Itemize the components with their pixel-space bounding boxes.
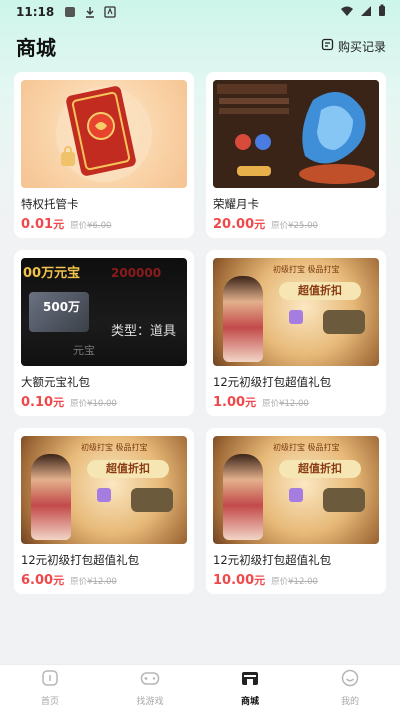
bottom-tab-bar: 首页 找游戏 商城 我的 — [0, 664, 400, 711]
tab-label: 找游戏 — [136, 697, 164, 707]
home-icon — [41, 669, 59, 691]
original-price: 原价¥12.00 — [70, 577, 117, 587]
product-card[interactable]: 荣耀月卡 20.00元 原价¥25.00 — [206, 72, 386, 238]
purchase-history-button[interactable]: 购买记录 — [321, 38, 386, 55]
status-time: 11:18 — [16, 5, 55, 19]
product-card[interactable]: 初级打宝 极品打宝 超值折扣 12元初级打包超值礼包 10.00元 原价¥12.… — [206, 428, 386, 594]
original-price: 原价¥12.00 — [271, 577, 318, 587]
product-name: 荣耀月卡 — [213, 197, 259, 211]
product-name: 12元初级打包超值礼包 — [21, 553, 140, 567]
product-price: 0.10元 — [21, 395, 65, 410]
signal-icon — [360, 5, 372, 20]
tab-shop[interactable]: 商城 — [200, 665, 300, 711]
wifi-icon — [340, 5, 354, 20]
original-price: 原价¥6.00 — [70, 221, 112, 231]
product-image: 00万元宝 200000 500万 类型：道具 元宝 — [21, 258, 187, 366]
status-bar: 11:18 — [0, 0, 400, 24]
smile-icon — [341, 669, 359, 691]
product-price: 0.01元 — [21, 217, 65, 232]
product-price: 1.00元 — [213, 395, 257, 410]
product-price: 20.00元 — [213, 217, 266, 232]
product-name: 12元初级打包超值礼包 — [213, 553, 332, 567]
app-notification-icon — [64, 6, 76, 18]
product-name: 特权托管卡 — [21, 197, 79, 211]
product-name: 大额元宝礼包 — [21, 375, 90, 389]
product-card[interactable]: 00万元宝 200000 500万 类型：道具 元宝 大额元宝礼包 0.10元 … — [14, 250, 194, 416]
product-image — [21, 80, 187, 188]
product-image: 初级打宝 极品打宝 超值折扣 — [213, 258, 379, 366]
original-price: 原价¥10.00 — [70, 399, 117, 409]
receipt-icon — [321, 38, 334, 54]
tab-home[interactable]: 首页 — [0, 665, 100, 711]
product-image: 初级打宝 极品打宝 超值折扣 — [213, 436, 379, 544]
product-card[interactable]: 初级打宝 极品打宝 超值折扣 12元初级打包超值礼包 1.00元 原价¥12.0… — [206, 250, 386, 416]
tab-find-games[interactable]: 找游戏 — [100, 665, 200, 711]
product-name: 12元初级打包超值礼包 — [213, 375, 332, 389]
product-card[interactable]: 特权托管卡 0.01元 原价¥6.00 — [14, 72, 194, 238]
header: 商城 购买记录 — [0, 28, 400, 64]
store-notification-icon — [104, 6, 116, 18]
original-price: 原价¥12.00 — [262, 399, 309, 409]
product-card[interactable]: 初级打宝 极品打宝 超值折扣 12元初级打包超值礼包 6.00元 原价¥12.0… — [14, 428, 194, 594]
gamepad-icon — [140, 669, 160, 691]
product-image: 初级打宝 极品打宝 超值折扣 — [21, 436, 187, 544]
product-grid: 特权托管卡 0.01元 原价¥6.00 荣耀月卡 20.00元 原价¥25.00… — [14, 72, 386, 594]
tab-label: 商城 — [240, 697, 259, 707]
battery-icon — [378, 4, 386, 20]
product-price: 10.00元 — [213, 573, 266, 588]
download-icon — [84, 6, 96, 18]
shop-icon — [240, 669, 260, 691]
product-image — [213, 80, 379, 188]
tab-mine[interactable]: 我的 — [300, 665, 400, 711]
tab-label: 我的 — [340, 697, 359, 707]
purchase-history-label: 购买记录 — [337, 39, 386, 54]
page-title: 商城 — [16, 35, 56, 60]
original-price: 原价¥25.00 — [271, 221, 318, 231]
product-price: 6.00元 — [21, 573, 65, 588]
tab-label: 首页 — [40, 697, 59, 707]
